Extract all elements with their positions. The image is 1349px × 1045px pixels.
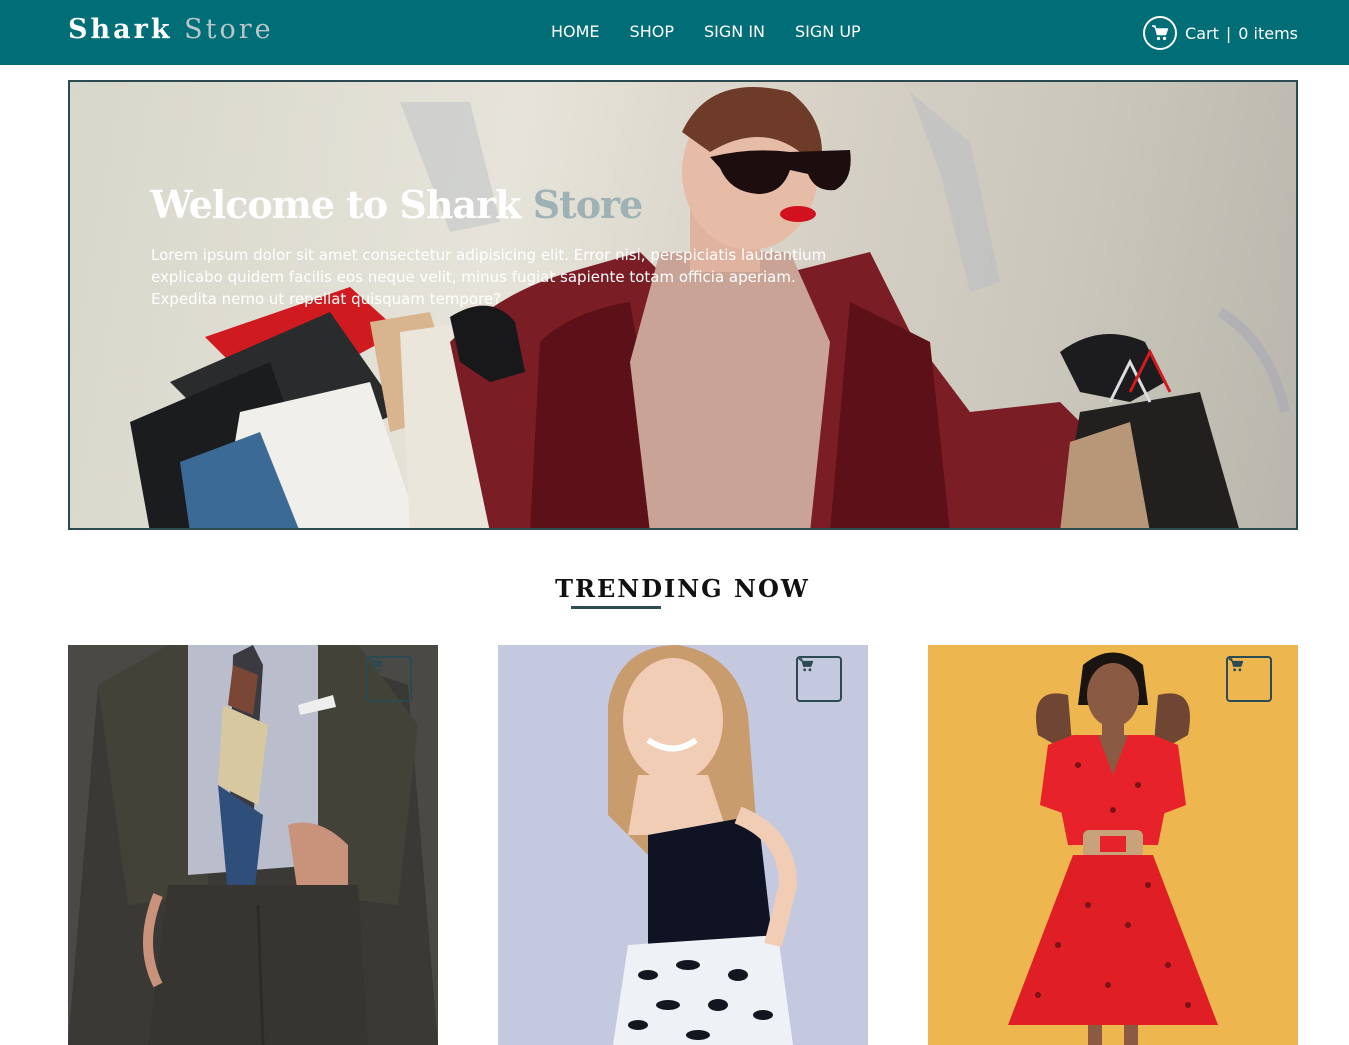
nav-sign-in[interactable]: SIGN IN [704,22,765,41]
product-image [498,645,868,1045]
product-image [68,645,438,1045]
hero-description: Lorem ipsum dolor sit amet consectetur a… [151,246,827,308]
nav-home[interactable]: HOME [551,22,600,41]
nav-shop[interactable]: SHOP [630,22,674,41]
product-card[interactable] [68,645,438,1045]
cart-icon [368,658,384,672]
cart-icon [798,658,814,672]
cart-separator: | [1225,23,1232,43]
brand-name-part2: Store [184,14,274,45]
hero-banner: Welcome to Shark Store Lorem ipsum dolor… [68,80,1298,530]
hero-title-part2: Store [532,182,644,227]
cart-icon [1228,658,1244,672]
brand-logo[interactable]: Shark Store [68,14,274,45]
cart-link[interactable]: Cart | 0 items [1143,16,1298,50]
product-card[interactable] [498,645,868,1045]
product-image [928,645,1298,1045]
brand-name-part1: Shark [68,14,173,45]
navbar: Shark Store HOME SHOP SIGN IN SIGN UP Ca… [0,0,1349,65]
title-underline [571,606,661,609]
cart-label: Cart [1185,23,1219,43]
add-to-cart-button[interactable] [1226,656,1272,702]
hero-title: Welcome to Shark Store [150,182,644,227]
add-to-cart-button[interactable] [796,656,842,702]
nav-sign-up[interactable]: SIGN UP [795,22,861,41]
hero-title-part1: Welcome to Shark [150,182,521,227]
cart-icon [1143,16,1178,50]
cart-count: 0 items [1238,23,1298,43]
nav-links: HOME SHOP SIGN IN SIGN UP [551,22,861,41]
add-to-cart-button[interactable] [366,656,412,702]
section-title: TRENDING NOW [555,574,810,603]
product-card[interactable] [928,645,1298,1045]
